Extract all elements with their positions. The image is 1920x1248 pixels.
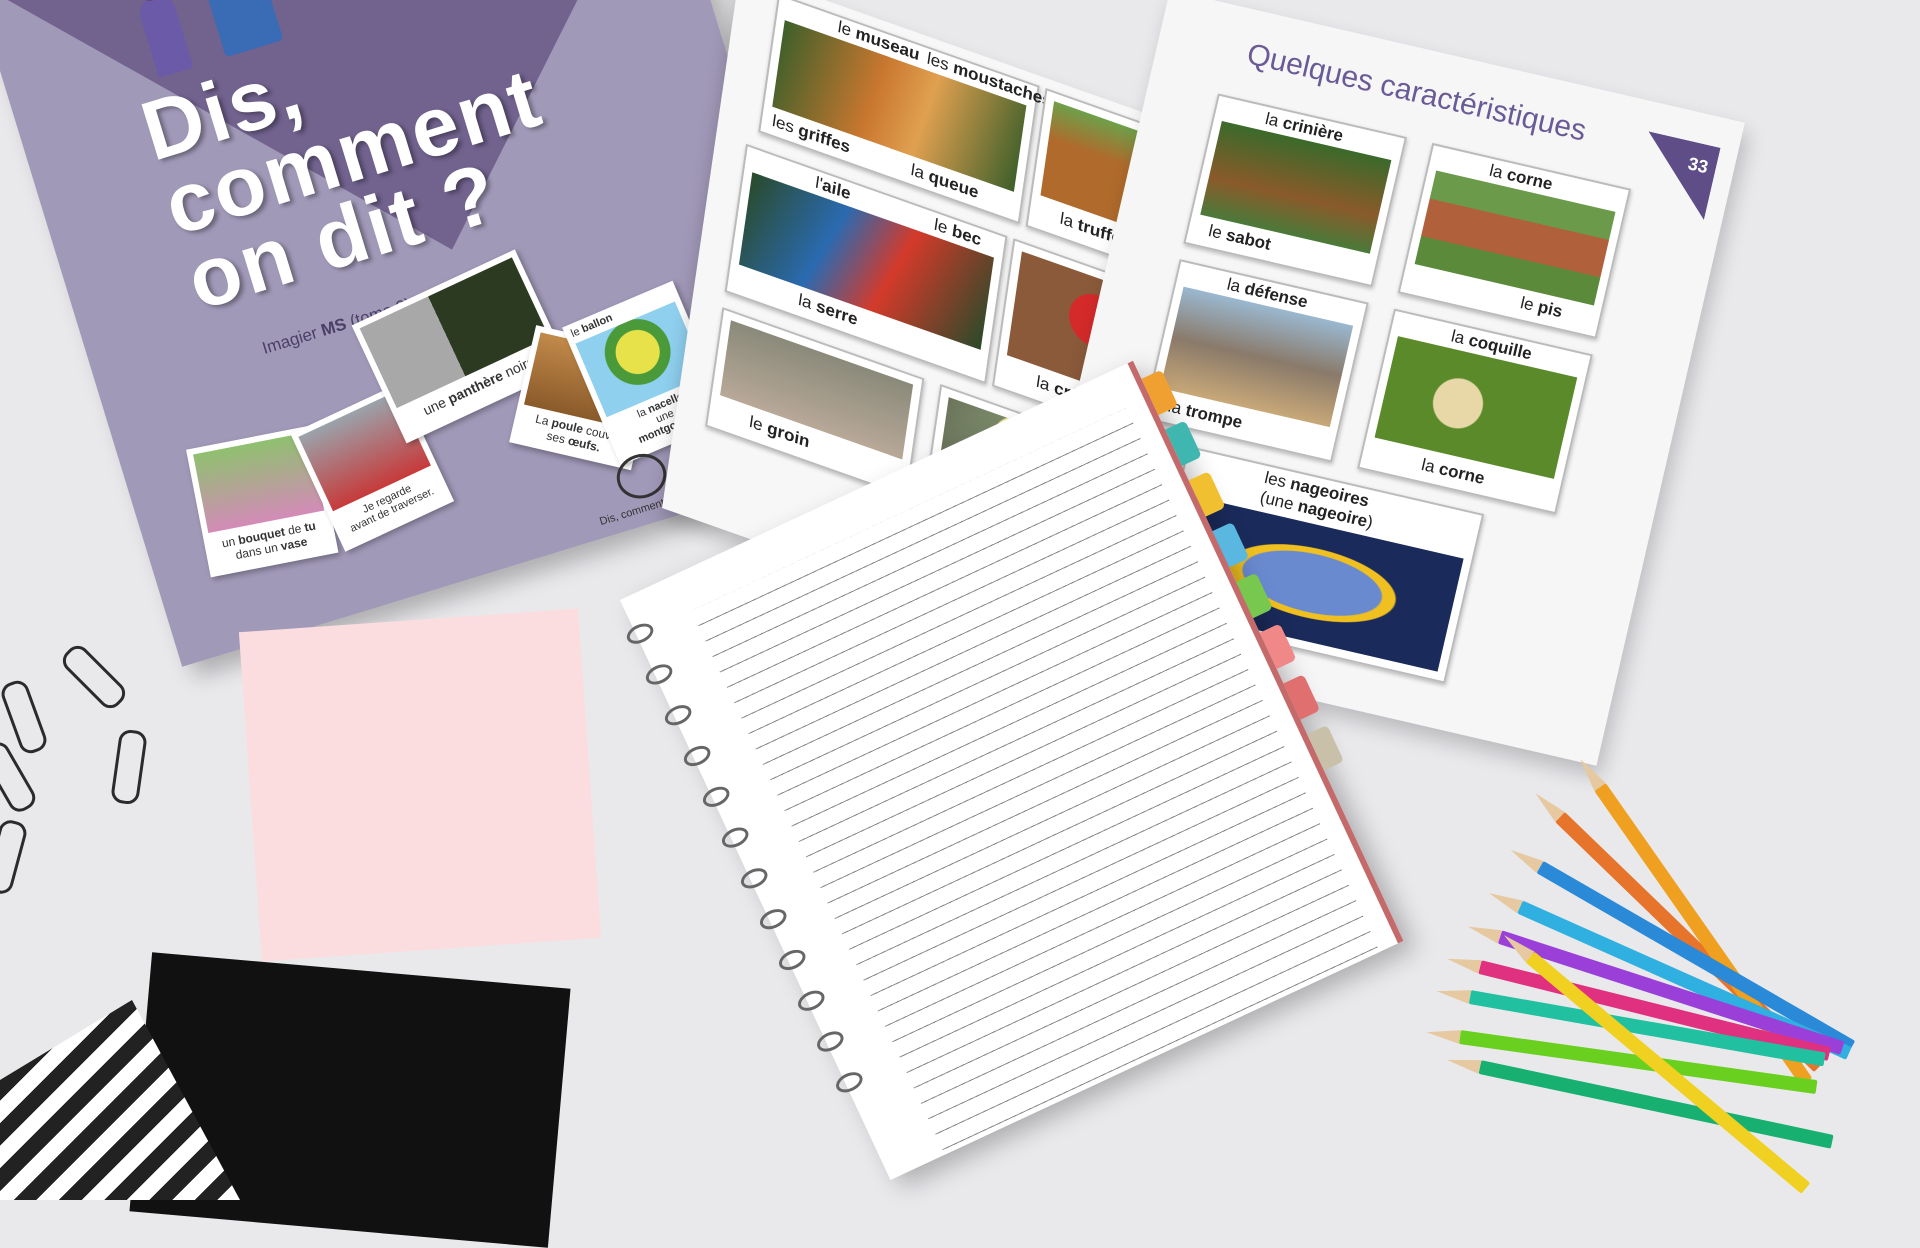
black-notebook [129, 952, 571, 1248]
pink-sticky-note [238, 608, 602, 962]
paperclip-icon [0, 677, 50, 757]
right-page-side-text: Les lieux en dehors de l'école [1662, 320, 1717, 490]
paperclip-icon [109, 728, 149, 806]
card-cow: la corne le pis [1397, 142, 1632, 339]
panther-photo [359, 257, 550, 409]
paperclip-icon [57, 640, 131, 714]
snail-photo [1374, 336, 1578, 479]
page-number-corner: 33 [1632, 131, 1721, 220]
left-page-side-text: Les lieux en dehors de [705, 0, 737, 92]
cow-photo [1414, 170, 1616, 306]
colored-pencil [1478, 1060, 1834, 1149]
paperclip-icon [0, 817, 30, 897]
card-horse: la crinière le sabot [1183, 93, 1407, 288]
card-snail: la coquille la corne [1357, 308, 1593, 515]
